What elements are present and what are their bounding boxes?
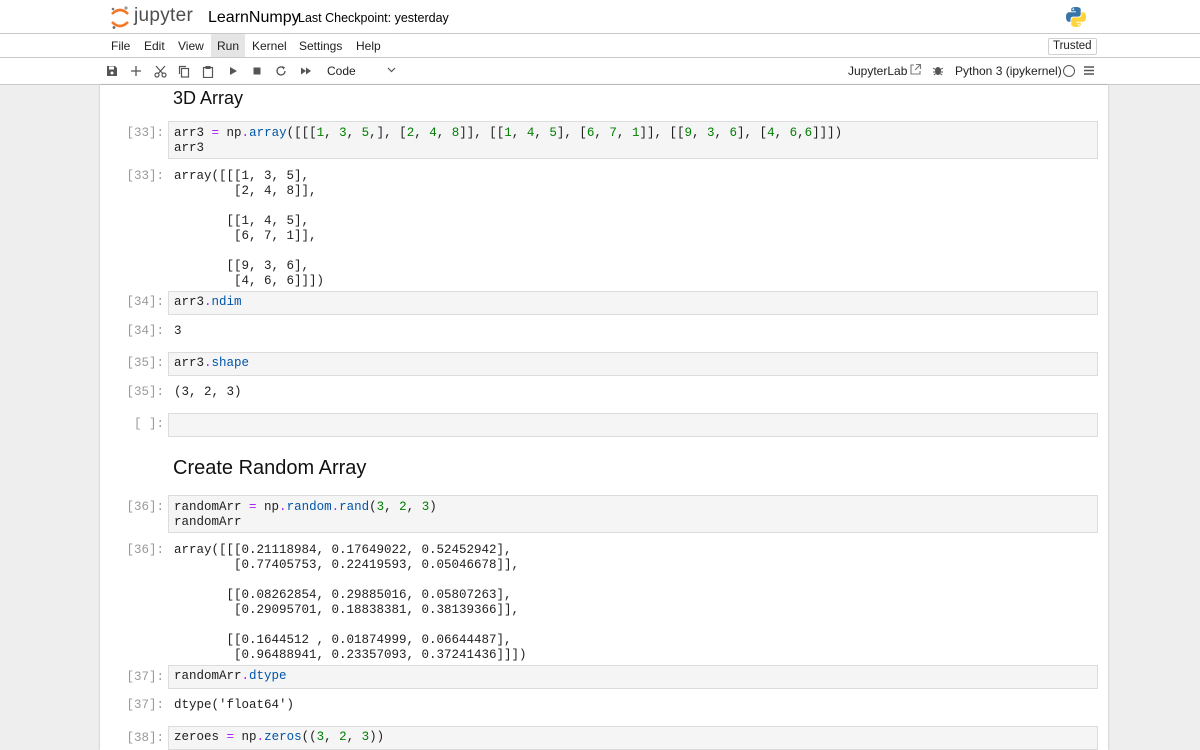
code-text: randomArr = np.random.rand(3, 2, 3) rand… — [174, 500, 437, 529]
save-icon — [107, 66, 117, 76]
input-prompt: [38]: — [126, 731, 164, 745]
code-cell-input[interactable]: arr3.ndim — [168, 291, 1098, 315]
checkpoint-status: Last Checkpoint: yesterday — [298, 11, 449, 25]
code-cell-input[interactable]: randomArr = np.random.rand(3, 2, 3) rand… — [168, 495, 1098, 533]
input-prompt: [35]: — [126, 356, 164, 370]
input-prompt: [ ]: — [133, 417, 164, 431]
code-cell-input[interactable]: arr3.shape — [168, 352, 1098, 376]
restart-icon — [276, 66, 286, 76]
output-prompt: [37]: — [126, 698, 164, 712]
output-prompt: [36]: — [126, 543, 164, 557]
cell-type-select[interactable]: Code — [327, 63, 356, 79]
restart-run-all-button[interactable] — [298, 63, 314, 79]
paste-icon — [202, 65, 214, 78]
plus-icon — [131, 66, 141, 76]
input-prompt: [34]: — [126, 295, 164, 309]
chevron-down-icon[interactable] — [387, 65, 396, 76]
run-cell-button[interactable] — [225, 63, 241, 79]
python-logo-icon — [1066, 7, 1086, 27]
menu-view[interactable]: View — [172, 34, 210, 57]
scissors-icon — [153, 65, 167, 78]
trusted-badge[interactable]: Trusted — [1048, 38, 1097, 55]
hamburger-icon[interactable] — [1083, 65, 1095, 76]
input-prompt: [33]: — [126, 126, 164, 140]
jupyter-logo[interactable]: jupyter — [110, 5, 194, 30]
menu-file[interactable]: File — [105, 34, 136, 57]
menu-help[interactable]: Help — [350, 34, 387, 57]
jupyter-logo-icon — [111, 6, 129, 29]
interrupt-kernel-button[interactable] — [249, 63, 265, 79]
code-text: arr3 = np.array([[[1, 3, 5,], [2, 4, 8]]… — [174, 126, 843, 155]
open-jupyterlab-link[interactable]: JupyterLab — [848, 64, 907, 78]
empty-code-cell[interactable] — [168, 413, 1098, 437]
stop-icon — [253, 67, 261, 75]
code-cell-input[interactable]: randomArr.dtype — [168, 665, 1098, 689]
jupyter-wordmark: jupyter — [134, 5, 194, 26]
notebook-toolbar: Code JupyterLab Python 3 (ipykernel) — [0, 58, 1200, 85]
copy-button[interactable] — [176, 63, 192, 79]
circle-icon — [1063, 65, 1075, 77]
heading-3d-array: 3D Array — [173, 88, 244, 108]
menu-edit[interactable]: Edit — [138, 34, 171, 57]
add-cell-button[interactable] — [128, 63, 144, 79]
top-header: jupyter LearnNumpy Last Checkpoint: yest… — [0, 0, 1200, 34]
fast-forward-icon — [301, 67, 311, 75]
notebook-name[interactable]: LearnNumpy — [208, 9, 300, 27]
output-prompt: [35]: — [126, 385, 164, 399]
code-text: randomArr.dtype — [174, 669, 287, 683]
cell-output: array([[[1, 3, 5], [2, 4, 8]], [[1, 4, 5… — [174, 169, 325, 288]
bug-icon[interactable] — [932, 64, 944, 76]
cell-output: (3, 2, 3) — [174, 385, 242, 399]
kernel-name[interactable]: Python 3 (ipykernel) — [955, 64, 1062, 78]
input-prompt: [37]: — [126, 670, 164, 684]
cell-output: array([[[0.21118984, 0.17649022, 0.52452… — [174, 543, 527, 662]
paste-button[interactable] — [200, 63, 216, 79]
external-link-icon — [910, 63, 922, 75]
code-cell-input[interactable]: zeroes = np.zeros((3, 2, 3)) — [168, 726, 1098, 750]
restart-kernel-button[interactable] — [273, 63, 289, 79]
code-cell-input[interactable]: arr3 = np.array([[[1, 3, 5,], [2, 4, 8]]… — [168, 121, 1098, 159]
code-text: arr3.shape — [174, 356, 250, 370]
copy-icon — [178, 65, 190, 78]
cell-output: 3 — [174, 324, 182, 338]
output-prompt: [33]: — [126, 169, 164, 183]
code-text: arr3.ndim — [174, 295, 242, 309]
output-prompt: [34]: — [126, 324, 164, 338]
menu-kernel[interactable]: Kernel — [246, 34, 293, 57]
save-button[interactable] — [104, 63, 120, 79]
heading-create-random-array: Create Random Array — [173, 457, 367, 479]
play-icon — [230, 67, 237, 75]
menu-run[interactable]: Run — [211, 34, 246, 57]
notebook-panel: 3D Array [33]: arr3 = np.array([[[1, 3, … — [100, 85, 1108, 750]
cell-output: dtype('float64') — [174, 698, 295, 712]
code-text: zeroes = np.zeros((3, 2, 3)) — [174, 730, 385, 744]
cut-button[interactable] — [152, 63, 168, 79]
input-prompt: [36]: — [126, 500, 164, 514]
menu-bar: File Edit View Run Kernel Settings Help … — [0, 34, 1200, 58]
menu-settings[interactable]: Settings — [293, 34, 348, 57]
